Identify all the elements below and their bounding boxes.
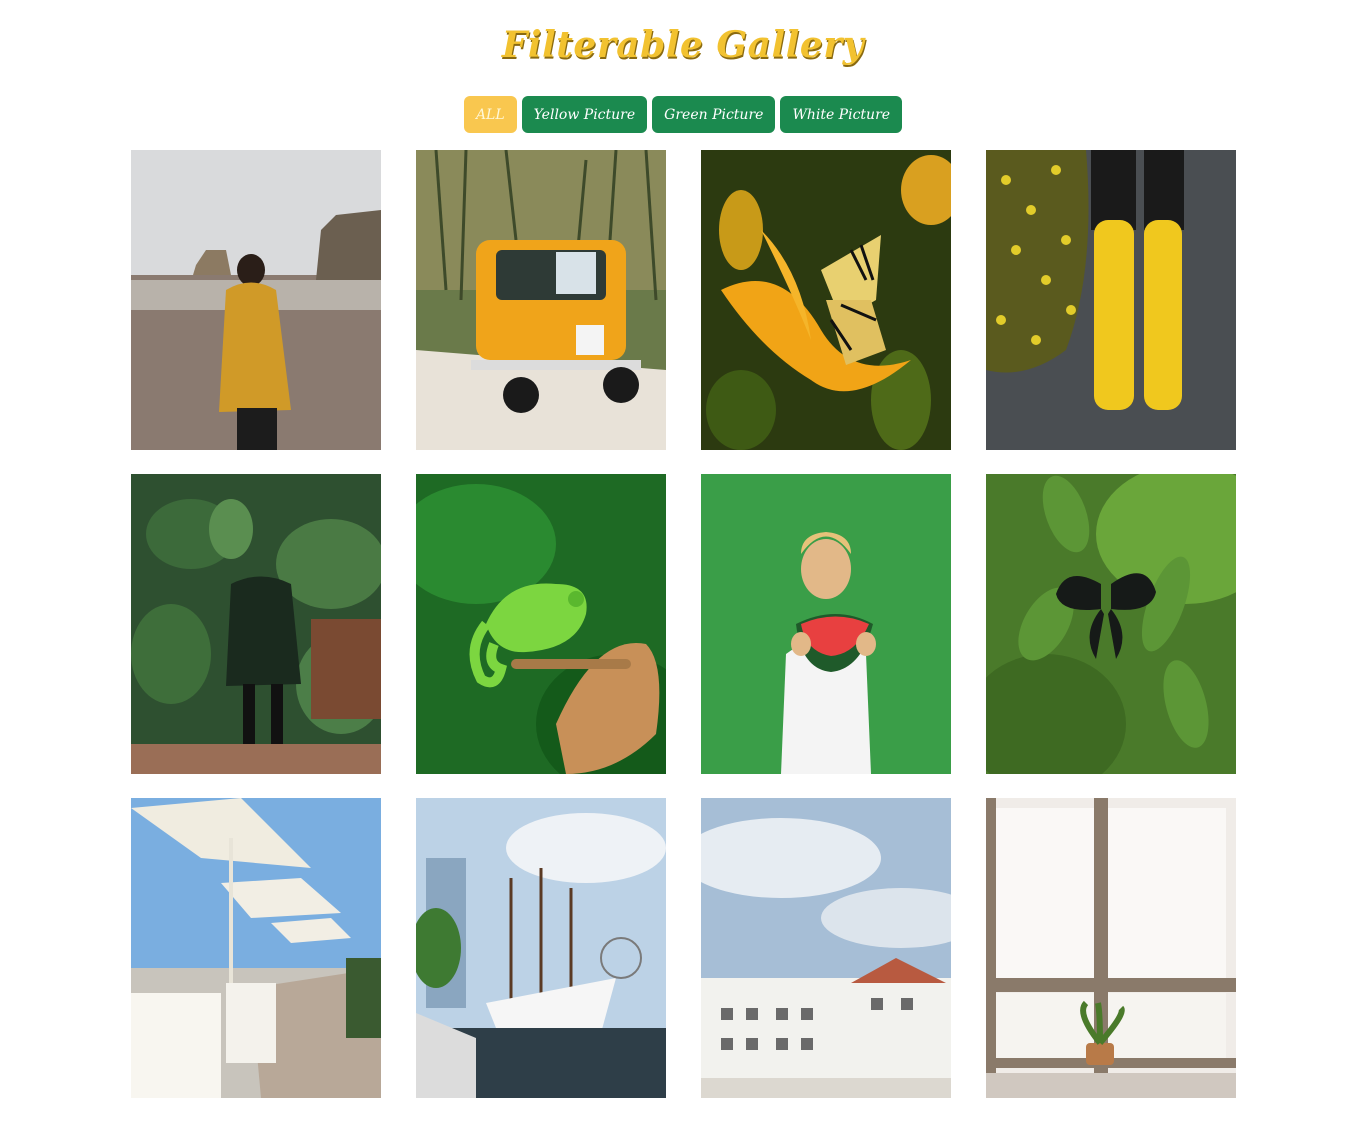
window-plant-image: [986, 798, 1236, 1098]
gallery-item-yellow-boots[interactable]: [986, 150, 1236, 450]
gallery-item-tall-ship[interactable]: [416, 798, 666, 1098]
gallery-item-white-umbrellas[interactable]: [131, 798, 381, 1098]
leaves-woman-image: [131, 474, 381, 774]
watermelon-child-image: [701, 474, 951, 774]
gallery-item-lily-butterfly[interactable]: [701, 150, 951, 450]
gallery-item-yellow-car[interactable]: [416, 150, 666, 450]
filter-green-button[interactable]: Green Picture: [652, 96, 776, 133]
lily-butterfly-image: [701, 150, 951, 450]
page-title: Filterable Gallery: [501, 24, 865, 66]
filter-all-button[interactable]: ALL: [463, 96, 517, 133]
filter-bar: ALL Yellow Picture Green Picture White P…: [0, 96, 1366, 133]
gallery-item-black-butterfly[interactable]: [986, 474, 1236, 774]
gallery-item-window-plant[interactable]: [986, 798, 1236, 1098]
black-butterfly-image: [986, 474, 1236, 774]
beach-woman-image: [131, 150, 381, 450]
gallery-item-chameleon[interactable]: [416, 474, 666, 774]
filter-white-button[interactable]: White Picture: [780, 96, 903, 133]
seaside-buildings-image: [701, 798, 951, 1098]
chameleon-image: [416, 474, 666, 774]
gallery-item-seaside-buildings[interactable]: [701, 798, 951, 1098]
filter-yellow-button[interactable]: Yellow Picture: [521, 96, 648, 133]
gallery-item-watermelon-child[interactable]: [701, 474, 951, 774]
tall-ship-image: [416, 798, 666, 1098]
gallery-item-beach-woman[interactable]: [131, 150, 381, 450]
yellow-boots-image: [986, 150, 1236, 450]
gallery-item-leaves-woman[interactable]: [131, 474, 381, 774]
yellow-car-image: [416, 150, 666, 450]
white-umbrellas-image: [131, 798, 381, 1098]
